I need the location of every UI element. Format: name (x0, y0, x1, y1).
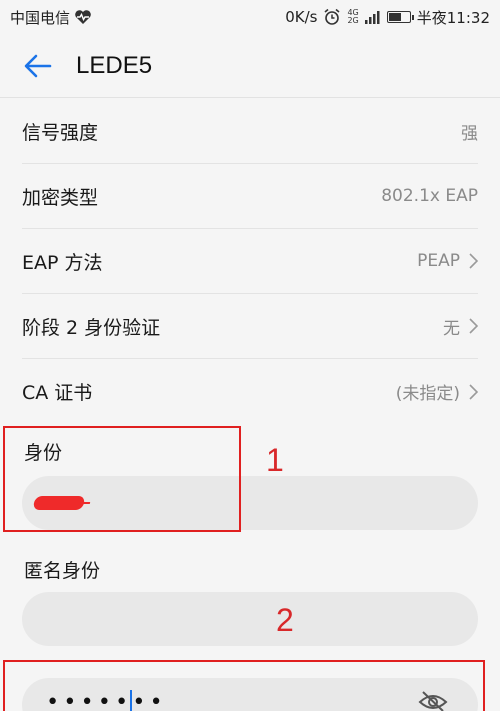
row-label: 加密类型 (22, 186, 99, 209)
clock: 半夜11:32 (416, 8, 490, 27)
heart-monitor-icon (75, 10, 91, 24)
row-label: CA 证书 (22, 382, 93, 404)
row-value: PEAP (417, 251, 478, 271)
back-button[interactable] (18, 46, 58, 86)
row-encryption-type: 加密类型 802.1x EAP (22, 164, 478, 229)
network-type-icon: 4G 2G (347, 9, 358, 25)
back-arrow-icon (24, 54, 52, 77)
annotation-box-1 (3, 426, 241, 532)
annotation-box-2 (3, 660, 485, 711)
chevron-right-icon (469, 318, 478, 334)
row-label: 信号强度 (22, 121, 99, 144)
anonymous-identity-input[interactable] (22, 592, 478, 646)
annotation-number-1: 1 (266, 442, 284, 478)
battery-icon (386, 11, 414, 23)
carrier-label: 中国电信 (10, 8, 71, 27)
network-speed: 0K/s (285, 8, 318, 26)
status-left: 中国电信 (10, 7, 92, 28)
row-label: 阶段 2 身份验证 (22, 316, 161, 339)
chevron-right-icon (469, 383, 478, 400)
alarm-icon (324, 8, 340, 25)
row-value: 无 (443, 314, 478, 339)
signal-icon (364, 11, 380, 24)
row-label: EAP 方法 (22, 251, 103, 274)
title-bar: LEDE5 (0, 34, 500, 98)
annotation-number-2: 2 (276, 602, 294, 638)
row-value: 802.1x EAP (381, 186, 478, 206)
status-bar: 中国电信 0K/s 4G 2G 半夜11:32 (0, 0, 500, 34)
net-tag-bottom: 2G (347, 16, 359, 25)
row-eap-method[interactable]: EAP 方法 PEAP (22, 229, 478, 294)
row-value: 强 (461, 123, 478, 144)
status-right: 0K/s 4G 2G 半夜11:32 (285, 7, 490, 28)
chevron-right-icon (469, 253, 478, 269)
page-title: LEDE5 (76, 51, 153, 79)
anonymous-identity-label: 匿名身份 (24, 560, 101, 582)
row-phase2-auth[interactable]: 阶段 2 身份验证 无 (22, 294, 478, 359)
row-ca-certificate[interactable]: CA 证书 (未指定) (22, 359, 478, 424)
row-signal-strength: 信号强度 强 (22, 99, 478, 164)
row-value: (未指定) (396, 379, 478, 404)
